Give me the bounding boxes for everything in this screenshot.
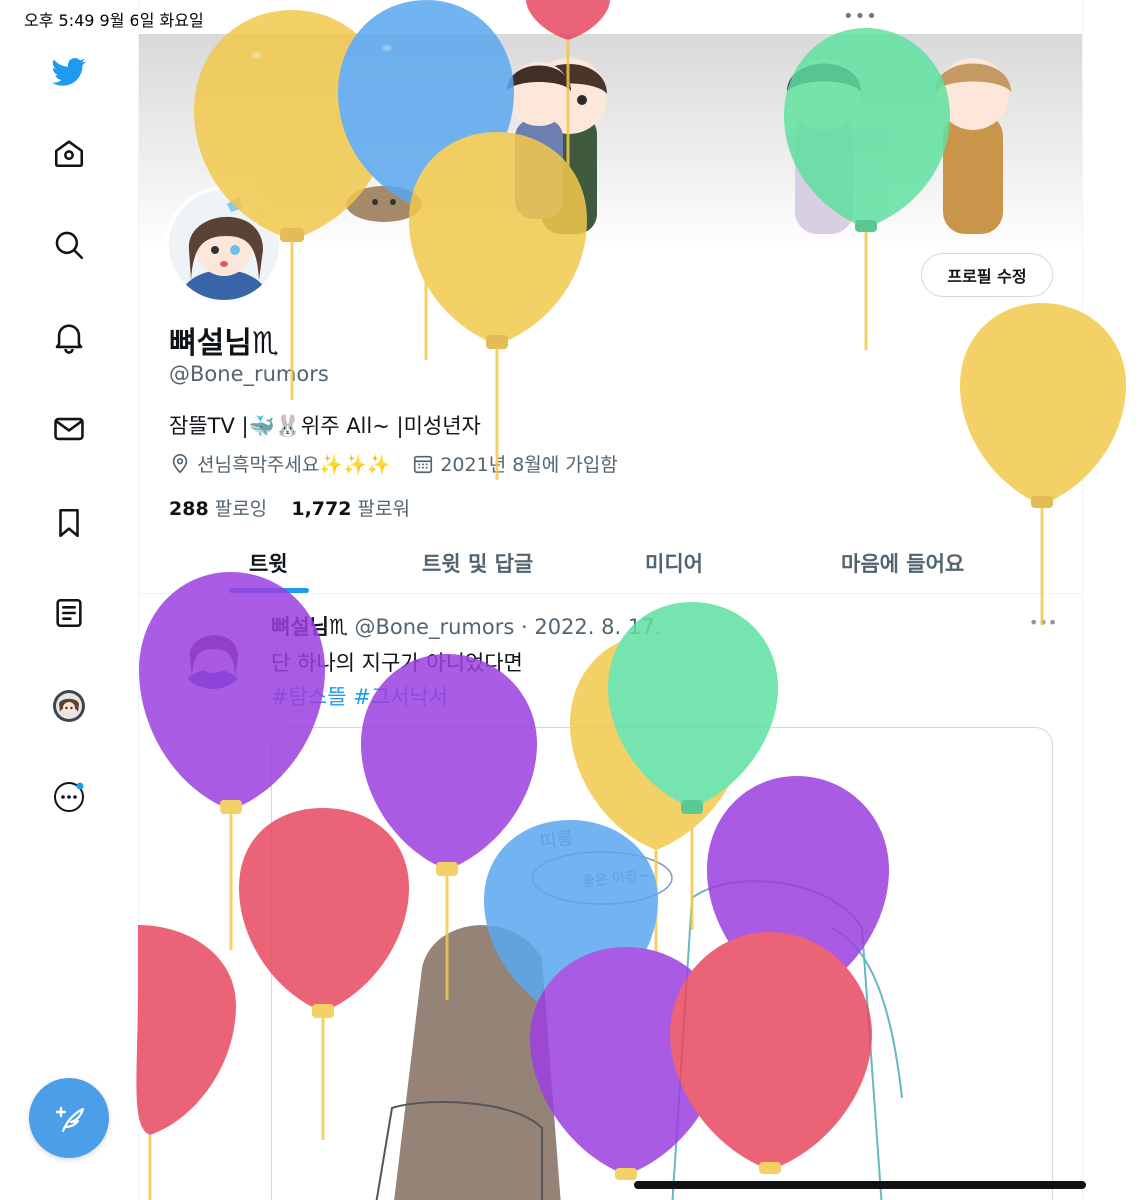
- profile-column: 프로필 수정 뼈설님♏ @Bone_rumors 잠뜰TV |🐳🐰위주 All~…: [138, 0, 1083, 1200]
- bookmark-icon[interactable]: [47, 501, 91, 545]
- profile-handle: @Bone_rumors: [169, 362, 329, 386]
- tab-tweets[interactable]: 트윗: [249, 548, 288, 578]
- tweet-text: 단 하나의 지구가 아니었다면: [271, 651, 523, 675]
- profile-meta: 션님흑막주세요✨✨✨ 2021년 8월에 가입함: [169, 450, 640, 477]
- tweet-item[interactable]: 뼈설님♏ @Bone_rumors · 2022. 8. 17. ••• 단 하…: [139, 595, 1082, 1200]
- avatar-icon[interactable]: [47, 684, 91, 728]
- tab-likes[interactable]: 마음에 들어요: [841, 548, 964, 578]
- sidebar-nav: [0, 34, 138, 1200]
- followers-label: 팔로워: [357, 498, 410, 520]
- tweet-date[interactable]: · 2022. 8. 17.: [521, 615, 661, 639]
- active-tab-indicator: [229, 588, 309, 593]
- following-label: 팔로잉: [214, 498, 268, 520]
- home-indicator[interactable]: [634, 1181, 1086, 1189]
- followers-count: 1,772: [291, 498, 352, 520]
- search-icon[interactable]: [47, 223, 91, 267]
- tab-media[interactable]: 미디어: [645, 548, 703, 578]
- tweet-author-handle: @Bone_rumors: [354, 615, 515, 639]
- compose-tweet-button[interactable]: [29, 1078, 109, 1158]
- follow-stats: 288 팔로잉 1,772 팔로워: [169, 494, 410, 521]
- following-count: 288: [169, 498, 209, 520]
- list-icon[interactable]: [47, 591, 91, 635]
- tweet-hashtags[interactable]: #탐스뜰 #그서낙서: [271, 681, 448, 711]
- calendar-icon: [414, 455, 433, 473]
- more-icon[interactable]: [47, 775, 91, 819]
- bell-icon[interactable]: [47, 315, 91, 359]
- profile-avatar[interactable]: [165, 186, 283, 304]
- twitter-bird-icon[interactable]: [47, 50, 91, 94]
- location-item: 션님흑막주세요✨✨✨: [169, 450, 390, 477]
- tweet-media-image[interactable]: 띠롱 좋은 아침~: [271, 727, 1053, 1200]
- profile-tabs: 트윗 트윗 및 답글 미디어 마음에 들어요: [139, 530, 1082, 594]
- scorpio-symbol: ♏: [251, 326, 279, 361]
- media-doodle-text-1: 띠롱: [538, 827, 575, 854]
- following-link[interactable]: 288 팔로잉: [169, 498, 267, 520]
- tweet-author-name[interactable]: 뼈설님♏: [271, 615, 348, 639]
- followers-link[interactable]: 1,772 팔로워: [291, 498, 410, 520]
- tweet-more-icon[interactable]: •••: [1029, 613, 1057, 632]
- compose-feather-icon: [55, 1106, 85, 1133]
- location-text: 션님흑막주세요✨✨✨: [197, 454, 391, 476]
- profile-display-name: 뼈설님♏: [169, 318, 279, 362]
- location-pin-icon: [172, 453, 188, 473]
- tweet-header: 뼈설님♏ @Bone_rumors · 2022. 8. 17.: [271, 611, 661, 641]
- profile-banner: [139, 34, 1082, 250]
- home-icon[interactable]: [47, 131, 91, 175]
- tab-tweets-replies[interactable]: 트윗 및 답글: [422, 548, 533, 578]
- joined-item: 2021년 8월에 가입함: [412, 450, 618, 477]
- tweet-avatar[interactable]: [177, 617, 249, 689]
- mail-icon[interactable]: [47, 407, 91, 451]
- edit-profile-button[interactable]: 프로필 수정: [921, 253, 1053, 297]
- joined-text: 2021년 8월에 가입함: [440, 454, 618, 476]
- display-name-text: 뼈설님: [169, 326, 252, 361]
- profile-bio: 잠뜰TV |🐳🐰위주 All~ |미성년자: [169, 414, 481, 438]
